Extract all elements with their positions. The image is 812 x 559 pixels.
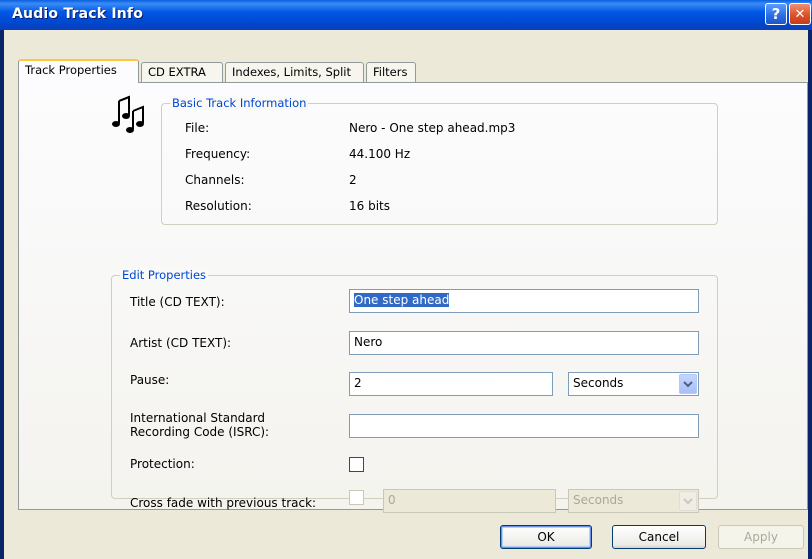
close-icon: ✕	[794, 6, 806, 22]
artist-input[interactable]: Nero	[349, 331, 699, 355]
artist-label: Artist (CD TEXT):	[130, 336, 232, 350]
tab-cd-extra[interactable]: CD EXTRA	[141, 62, 223, 82]
apply-button[interactable]: Apply	[718, 525, 804, 549]
audio-track-info-window: Audio Track Info ? ✕ Track Properties CD…	[0, 0, 812, 559]
tab-indexes-limits-split[interactable]: Indexes, Limits, Split	[225, 62, 364, 82]
ok-button-label: OK	[537, 530, 555, 544]
cancel-button[interactable]: Cancel	[612, 525, 706, 549]
title-input-value: One step ahead	[354, 293, 450, 307]
tab-label: Indexes, Limits, Split	[232, 65, 351, 79]
file-label: File:	[185, 121, 210, 135]
track-properties-panel: Basic Track Information File: Nero - One…	[18, 82, 808, 513]
dialog-client-area: Track Properties CD EXTRA Indexes, Limit…	[4, 30, 808, 559]
edit-properties-label: Edit Properties	[120, 268, 209, 282]
crossfade-unit-select[interactable]: Seconds	[568, 489, 699, 513]
title-bar[interactable]: Audio Track Info ? ✕	[0, 0, 812, 30]
basic-track-info-label: Basic Track Information	[170, 96, 309, 110]
isrc-label-line2: Recording Code (ISRC):	[130, 425, 270, 439]
crossfade-input[interactable]: 0	[383, 489, 556, 513]
isrc-input[interactable]	[349, 414, 699, 438]
tab-label: CD EXTRA	[148, 65, 206, 79]
protection-label: Protection:	[130, 457, 195, 471]
tab-label: Filters	[373, 65, 408, 79]
channels-label: Channels:	[185, 173, 245, 187]
window-title: Audio Track Info	[12, 6, 144, 22]
pause-label: Pause:	[130, 373, 170, 387]
frequency-label: Frequency:	[185, 147, 251, 161]
ok-button[interactable]: OK	[500, 525, 592, 549]
music-notes-icon	[107, 93, 153, 135]
close-button[interactable]: ✕	[789, 3, 811, 25]
tab-label: Track Properties	[25, 63, 117, 77]
crossfade-label: Cross fade with previous track:	[130, 496, 317, 510]
help-icon: ?	[771, 5, 781, 23]
file-value: Nero - One step ahead.mp3	[349, 121, 516, 135]
crossfade-unit-value: Seconds	[573, 493, 624, 507]
frequency-value: 44.100 Hz	[349, 147, 411, 161]
pause-unit-select[interactable]: Seconds	[568, 372, 699, 396]
apply-button-label: Apply	[744, 530, 778, 544]
pause-unit-value: Seconds	[573, 376, 624, 390]
resolution-value: 16 bits	[349, 199, 390, 213]
protection-checkbox[interactable]	[349, 457, 364, 472]
pause-input[interactable]: 2	[349, 372, 553, 396]
chevron-down-icon[interactable]	[679, 374, 697, 394]
artist-input-value: Nero	[354, 335, 383, 349]
pause-input-value: 2	[354, 376, 362, 390]
chevron-down-icon[interactable]	[679, 491, 697, 511]
isrc-label-line1: International Standard	[130, 411, 265, 425]
resolution-label: Resolution:	[185, 199, 252, 213]
title-input[interactable]: One step ahead	[349, 289, 699, 313]
title-label: Title (CD TEXT):	[130, 295, 225, 309]
crossfade-input-value: 0	[388, 493, 396, 507]
tab-track-properties[interactable]: Track Properties	[18, 59, 139, 83]
crossfade-checkbox[interactable]	[349, 490, 364, 505]
tab-filters[interactable]: Filters	[366, 62, 416, 82]
cancel-button-label: Cancel	[638, 530, 680, 544]
channels-value: 2	[349, 173, 357, 187]
help-button[interactable]: ?	[765, 3, 787, 25]
